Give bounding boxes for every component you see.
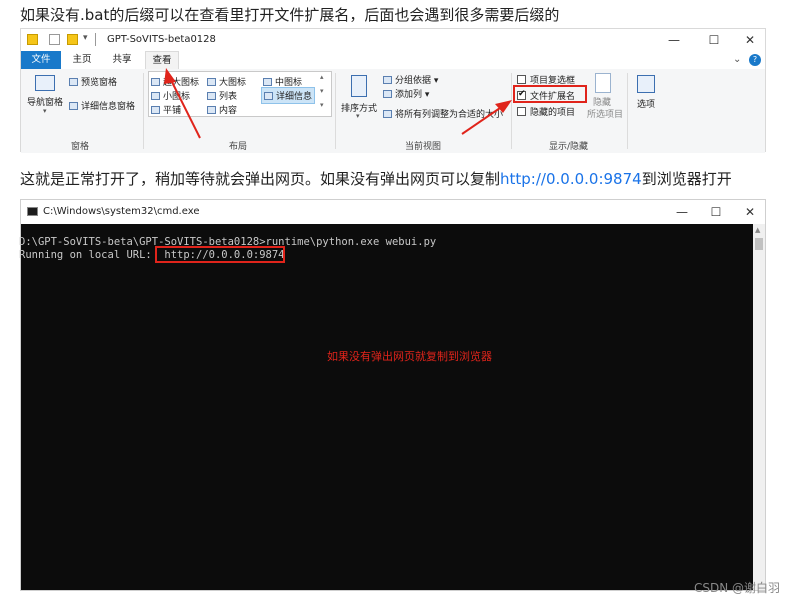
cmd-scrollbar[interactable]: ▲ bbox=[753, 224, 765, 590]
layout-extra-large-icons[interactable]: 超大图标 bbox=[151, 75, 199, 88]
middle-text-after: 到浏览器打开 bbox=[641, 170, 732, 188]
fit-columns-button[interactable]: 将所有列调整为合适的大小 bbox=[383, 107, 503, 120]
ribbon-tabs: 文件 主页 共享 查看 ⌄ ? bbox=[21, 51, 765, 70]
hidden-items-label: 隐藏的项目 bbox=[530, 108, 576, 118]
ribbon-separator bbox=[335, 73, 336, 149]
layout-scroll-down-icon[interactable]: ▾ bbox=[320, 87, 324, 95]
middle-text-before: 这就是正常打开了，稍加等待就会弹出网页。如果没有弹出网页可以复制 bbox=[20, 170, 501, 188]
intro-text: 如果没有.bat的后缀可以在查看里打开文件扩展名，后面也会遇到很多需要后缀的 bbox=[20, 6, 560, 24]
add-column-label: 添加列 bbox=[395, 90, 423, 100]
explorer-window: ▾ GPT-SoVITS-beta0128 — ☐ ✕ 文件 主页 共享 查看 … bbox=[20, 28, 766, 153]
details-label: 详细信息 bbox=[276, 92, 313, 102]
quick-access-dropdown-icon[interactable]: ▾ bbox=[83, 33, 88, 43]
properties-icon[interactable] bbox=[49, 34, 60, 45]
hidden-items-checkbox[interactable] bbox=[517, 107, 526, 116]
preview-pane-label: 预览窗格 bbox=[81, 78, 118, 88]
tiles-label: 平铺 bbox=[163, 106, 182, 116]
details-pane-icon bbox=[69, 102, 78, 110]
preview-pane-icon bbox=[69, 78, 78, 86]
add-column-icon bbox=[383, 90, 392, 98]
tab-share[interactable]: 共享 bbox=[105, 51, 139, 69]
url-link[interactable]: http://0.0.0.0:9874 bbox=[500, 170, 642, 188]
ribbon-separator bbox=[511, 73, 512, 149]
small-icons-label: 小图标 bbox=[163, 92, 191, 102]
hidden-items-toggle[interactable]: 隐藏的项目 bbox=[517, 105, 575, 118]
ribbon-collapse-icon[interactable]: ⌄ bbox=[733, 54, 741, 65]
hide-selected-label: 所选项目 bbox=[587, 110, 624, 120]
current-view-group-label: 当前视图 bbox=[405, 142, 442, 152]
layout-small-icons[interactable]: 小图标 bbox=[151, 89, 190, 102]
tab-view[interactable]: 查看 bbox=[145, 51, 179, 70]
extra-large-icons-label: 超大图标 bbox=[163, 78, 200, 88]
url-highlight bbox=[155, 246, 285, 263]
scroll-up-icon[interactable]: ▲ bbox=[755, 226, 760, 234]
file-extensions-highlight bbox=[513, 85, 587, 103]
scroll-thumb[interactable] bbox=[755, 238, 763, 250]
close-button[interactable]: ✕ bbox=[737, 31, 763, 49]
pane-group-label: 窗格 bbox=[71, 142, 90, 152]
new-folder-icon[interactable] bbox=[67, 34, 78, 45]
maximize-button[interactable]: ☐ bbox=[701, 31, 727, 49]
ribbon-view: 导航窗格 ▾ 预览窗格 详细信息窗格 窗格 超大图标 大图标 中图标 小图标 列… bbox=[21, 69, 765, 153]
list-icon bbox=[207, 92, 216, 100]
ribbon-separator bbox=[627, 73, 628, 149]
cmd-console[interactable]: D:\GPT-SoVITS-beta\GPT-SoVITS-beta0128>r… bbox=[19, 224, 754, 590]
layout-tiles[interactable]: 平铺 bbox=[151, 103, 181, 116]
watermark: CSDN @谢白羽 bbox=[693, 581, 780, 595]
fit-columns-label: 将所有列调整为合适的大小 bbox=[395, 110, 504, 120]
help-icon[interactable]: ? bbox=[749, 54, 761, 66]
sort-by-dropdown-icon: ▾ bbox=[356, 112, 360, 120]
hide-selected-icon bbox=[595, 73, 611, 93]
large-icons-label: 大图标 bbox=[219, 78, 247, 88]
layout-large-icons[interactable]: 大图标 bbox=[207, 75, 246, 88]
tab-file[interactable]: 文件 bbox=[21, 51, 61, 69]
details-icon bbox=[264, 92, 273, 100]
explorer-window-title: GPT-SoVITS-beta0128 bbox=[107, 34, 216, 45]
list-label: 列表 bbox=[219, 92, 238, 102]
layout-more-icon[interactable]: ▾ bbox=[320, 101, 324, 109]
tiles-icon bbox=[151, 106, 160, 114]
add-column-button[interactable]: 添加列 ▾ bbox=[383, 87, 429, 100]
layout-group-label: 布局 bbox=[229, 142, 248, 152]
cmd-window-title: C:\Windows\system32\cmd.exe bbox=[43, 206, 200, 217]
tab-home[interactable]: 主页 bbox=[65, 51, 99, 69]
cmd-window: C:\Windows\system32\cmd.exe — ☐ ✕ D:\GPT… bbox=[19, 199, 766, 591]
layout-scroll-up-icon[interactable]: ▴ bbox=[320, 73, 324, 81]
item-checkboxes-checkbox[interactable] bbox=[517, 75, 526, 84]
group-by-label: 分组依据 bbox=[395, 76, 432, 86]
medium-icons-icon bbox=[263, 78, 272, 86]
group-by-button[interactable]: 分组依据 ▾ bbox=[383, 73, 438, 86]
cmd-titlebar: C:\Windows\system32\cmd.exe — ☐ ✕ bbox=[21, 200, 765, 224]
middle-text: 这就是正常打开了，稍加等待就会弹出网页。如果没有弹出网页可以复制http://0… bbox=[20, 168, 732, 189]
cmd-minimize-button[interactable]: — bbox=[669, 203, 695, 221]
cmd-close-button[interactable]: ✕ bbox=[737, 203, 763, 221]
ribbon-separator bbox=[143, 73, 144, 149]
navigation-pane-icon bbox=[35, 75, 55, 91]
small-icons-icon bbox=[151, 92, 160, 100]
sort-by-icon bbox=[351, 75, 367, 97]
preview-pane-button[interactable]: 预览窗格 bbox=[69, 75, 117, 88]
cmd-maximize-button[interactable]: ☐ bbox=[703, 203, 729, 221]
cmd-annotation: 如果没有弹出网页就复制到浏览器 bbox=[327, 350, 492, 363]
details-pane-label: 详细信息窗格 bbox=[81, 102, 136, 112]
cmd-icon bbox=[27, 207, 38, 216]
options-button[interactable]: 选项 bbox=[637, 97, 655, 110]
details-pane-button[interactable]: 详细信息窗格 bbox=[69, 99, 135, 112]
show-hide-group-label: 显示/隐藏 bbox=[549, 142, 589, 152]
large-icons-icon bbox=[207, 78, 216, 86]
titlebar-divider bbox=[95, 33, 96, 46]
options-icon bbox=[637, 75, 655, 93]
group-by-icon bbox=[383, 76, 392, 84]
layout-content[interactable]: 内容 bbox=[207, 103, 237, 116]
extra-large-icons-icon bbox=[151, 78, 160, 86]
folder-icon bbox=[27, 34, 38, 45]
layout-list[interactable]: 列表 bbox=[207, 89, 237, 102]
fit-columns-icon bbox=[383, 110, 392, 118]
content-icon bbox=[207, 106, 216, 114]
layout-details[interactable]: 详细信息 bbox=[261, 87, 316, 104]
minimize-button[interactable]: — bbox=[661, 31, 687, 49]
nav-pane-dropdown-icon: ▾ bbox=[43, 107, 47, 115]
explorer-titlebar: ▾ GPT-SoVITS-beta0128 — ☐ ✕ bbox=[21, 29, 765, 51]
content-label: 内容 bbox=[219, 106, 238, 116]
